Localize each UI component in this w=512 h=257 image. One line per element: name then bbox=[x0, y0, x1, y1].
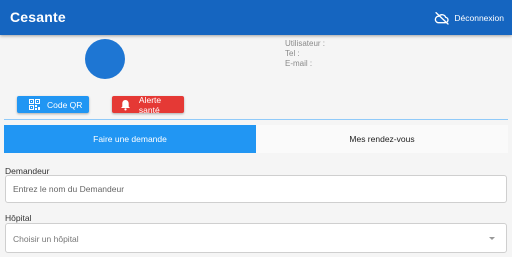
hospital-select[interactable]: Choisir un hôpital bbox=[5, 223, 507, 253]
tel-label: Tel : bbox=[285, 49, 300, 58]
tab-make-request[interactable]: Faire une demande bbox=[4, 125, 256, 153]
health-alert-button[interactable]: Alerte santé bbox=[112, 94, 184, 115]
hospital-label: Hôpital bbox=[5, 213, 32, 223]
qr-code-icon bbox=[27, 98, 41, 112]
qr-code-button[interactable]: Code QR bbox=[17, 96, 89, 113]
chevron-down-icon bbox=[489, 237, 495, 240]
tab-bar: Faire une demande Mes rendez-vous bbox=[4, 125, 508, 153]
user-label: Utilisateur : bbox=[285, 39, 326, 48]
bell-icon bbox=[119, 98, 133, 112]
qr-code-label: Code QR bbox=[47, 99, 83, 110]
divider bbox=[4, 119, 508, 120]
hospital-select-placeholder: Choisir un hôpital bbox=[13, 234, 79, 244]
app-bar: Cesante Déconnexion bbox=[0, 0, 512, 35]
email-label: E-mail : bbox=[285, 59, 313, 68]
cloud-off-icon bbox=[434, 11, 450, 25]
tab-my-appointments[interactable]: Mes rendez-vous bbox=[256, 125, 508, 153]
app-title: Cesante bbox=[10, 9, 66, 25]
avatar bbox=[85, 39, 125, 79]
health-alert-label: Alerte santé bbox=[138, 94, 162, 115]
user-info: Utilisateur : Tel : E-mail : bbox=[285, 39, 325, 69]
logout-label: Déconnexion bbox=[454, 13, 504, 23]
logout-button[interactable]: Déconnexion bbox=[434, 10, 504, 26]
requester-input[interactable] bbox=[5, 175, 507, 203]
